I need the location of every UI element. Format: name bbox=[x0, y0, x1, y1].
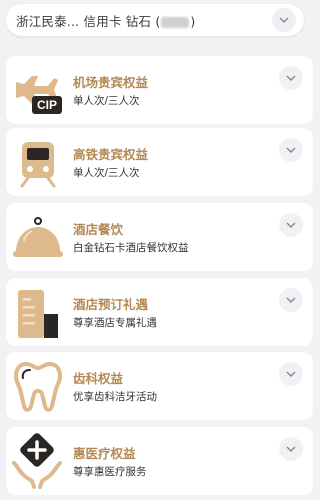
chevron-down-icon[interactable] bbox=[279, 362, 303, 386]
benefit-subtitle: 尊享酒店专属礼遇 bbox=[73, 317, 157, 329]
medical-hands-icon bbox=[10, 433, 66, 489]
chevron-down-icon[interactable] bbox=[279, 66, 303, 90]
benefit-title: 酒店预订礼遇 bbox=[73, 297, 149, 312]
benefit-title: 惠医疗权益 bbox=[73, 446, 136, 461]
benefit-subtitle: 尊享惠医疗服务 bbox=[73, 466, 147, 478]
cip-badge-text: CIP bbox=[37, 98, 57, 112]
hotel-building-icon bbox=[10, 284, 66, 340]
benefit-card-medical[interactable]: 惠医疗权益 尊享惠医疗服务 bbox=[6, 427, 313, 495]
chevron-down-icon[interactable] bbox=[272, 8, 296, 32]
airplane-cip-icon: CIP bbox=[10, 62, 66, 118]
benefit-subtitle: 单人次/三人次 bbox=[73, 167, 140, 179]
benefit-card-dental[interactable]: 齿科权益 优享齿科洁牙活动 bbox=[6, 352, 313, 420]
card-selector-label: 浙江民泰... 信用卡 钻石 () bbox=[16, 13, 196, 29]
card-selector[interactable]: 浙江民泰... 信用卡 钻石 () bbox=[6, 4, 304, 36]
benefit-title: 齿科权益 bbox=[73, 371, 124, 386]
benefit-card-hotel[interactable]: 酒店预订礼遇 尊享酒店专属礼遇 bbox=[6, 278, 313, 346]
chevron-down-icon[interactable] bbox=[279, 437, 303, 461]
tooth-icon bbox=[10, 358, 66, 414]
masked-card-number bbox=[161, 16, 190, 28]
train-icon bbox=[10, 134, 66, 190]
benefit-title: 机场贵宾权益 bbox=[73, 75, 149, 90]
food-cloche-icon bbox=[10, 209, 66, 265]
benefit-card-airport[interactable]: CIP 机场贵宾权益 单人次/三人次 bbox=[6, 56, 313, 124]
benefit-title: 酒店餐饮 bbox=[73, 222, 124, 237]
chevron-down-icon[interactable] bbox=[279, 138, 303, 162]
benefit-subtitle: 优享齿科洁牙活动 bbox=[73, 391, 157, 403]
benefit-subtitle: 白金钻石卡酒店餐饮权益 bbox=[73, 242, 189, 254]
chevron-down-icon[interactable] bbox=[279, 213, 303, 237]
benefit-card-dining[interactable]: 酒店餐饮 白金钻石卡酒店餐饮权益 bbox=[6, 203, 313, 271]
benefit-title: 高铁贵宾权益 bbox=[73, 147, 149, 162]
chevron-down-icon[interactable] bbox=[279, 288, 303, 312]
benefit-subtitle: 单人次/三人次 bbox=[73, 95, 140, 107]
benefit-card-train[interactable]: 高铁贵宾权益 单人次/三人次 bbox=[6, 128, 313, 196]
